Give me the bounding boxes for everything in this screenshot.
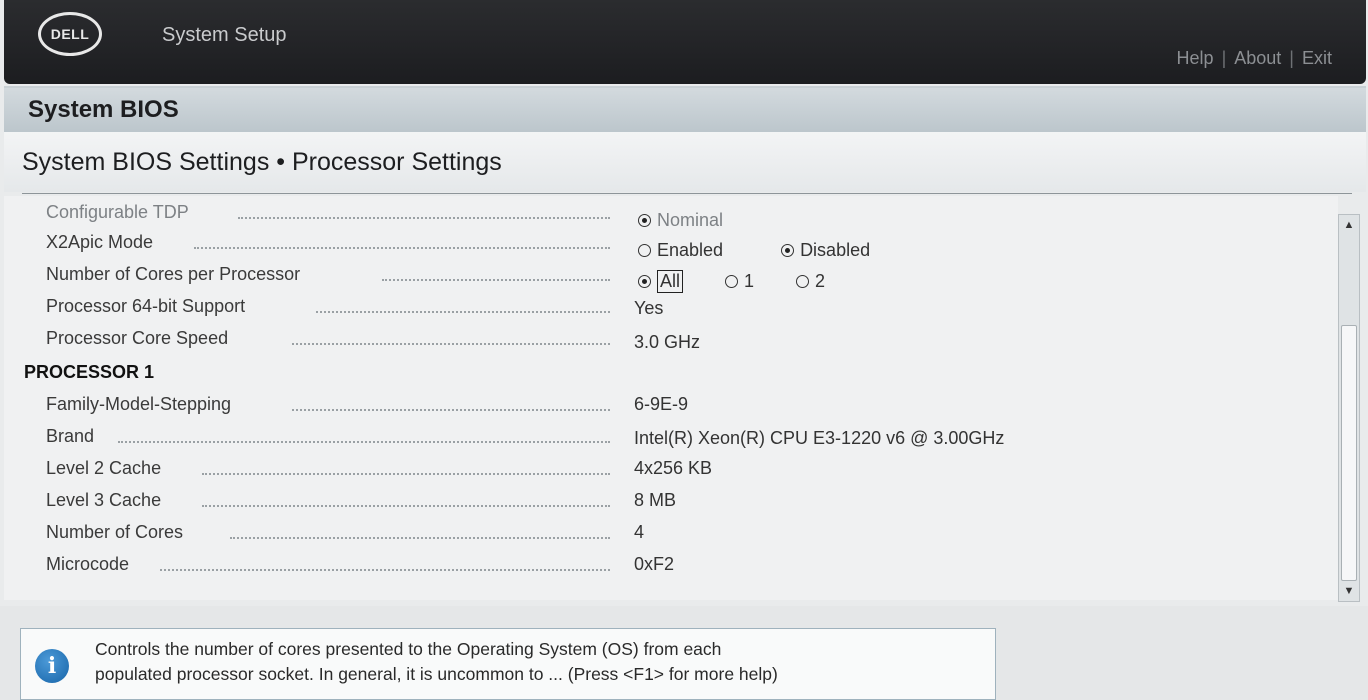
setting-value: Yes [634,298,664,318]
leader-dots [382,279,610,281]
breadcrumb: System BIOS Settings • Processor Setting… [22,148,502,176]
radio-selected-icon [638,214,651,227]
help-text: Controls the number of cores presented t… [95,637,778,687]
info-value: 6-9E-9 [634,394,689,414]
section-header: System BIOS [4,86,1366,132]
setting-row-cores-per-processor: Number of Cores per Processor All 1 2 [4,260,1334,293]
info-label: Number of Cores [46,522,184,542]
info-value: 8 MB [634,490,677,510]
setting-value: 3.0 GHz [634,332,701,352]
radio-selected-icon [638,275,651,288]
radio-unselected-icon [638,244,651,257]
info-label: Family-Model-Stepping [46,394,232,414]
x2apic-options: Enabled Disabled [638,240,912,261]
info-label: Microcode [46,554,130,574]
info-row-l2-cache: Level 2 Cache 4x256 KB [4,454,1334,484]
radio-unselected-icon [725,275,739,288]
scroll-down-arrow-icon[interactable]: ▼ [1339,581,1359,601]
info-row-microcode: Microcode 0xF2 [4,550,1334,580]
info-row-l3-cache: Level 3 Cache 8 MB [4,486,1334,516]
info-label: Level 3 Cache [46,490,162,510]
leader-dots [194,247,610,249]
leader-dots [292,409,610,411]
help-link[interactable]: Help [1177,48,1214,68]
radio-label: Enabled [657,240,724,260]
setting-label: X2Apic Mode [46,232,154,252]
info-value: 0xF2 [634,554,675,574]
leader-dots [118,441,610,443]
help-line-1: Controls the number of cores presented t… [95,639,722,659]
setting-row-core-speed: Processor Core Speed 3.0 GHz [4,324,1334,354]
setting-label: Processor 64-bit Support [46,296,246,316]
radio-label: All [657,270,684,293]
link-separator: | [1289,48,1294,68]
dell-logo: DELL [38,12,102,56]
setting-label: Number of Cores per Processor [46,264,301,284]
setting-row-configurable-tdp: Configurable TDP Nominal [4,198,1334,230]
radio-disabled[interactable]: Disabled [781,240,870,261]
info-row-family-model-stepping: Family-Model-Stepping 6-9E-9 [4,390,1334,420]
info-value: 4 [634,522,645,542]
radio-enabled[interactable]: Enabled [638,240,723,261]
scroll-up-arrow-icon[interactable]: ▲ [1339,215,1359,235]
info-icon: i [35,649,69,683]
leader-dots [202,473,610,475]
about-link[interactable]: About [1234,48,1281,68]
info-label: Brand [46,426,95,446]
header-links: Help | About | Exit [1177,48,1332,69]
leader-dots [160,569,610,571]
radio-1[interactable]: 1 [725,271,754,292]
section-title: System BIOS [28,96,179,123]
leader-dots [316,311,610,313]
settings-content: Configurable TDP Nominal X2Apic Mode Ena… [4,196,1338,600]
app-title: System Setup [162,24,287,46]
top-header-bar: DELL System Setup Help | About | Exit [4,0,1366,84]
scrollbar-thumb[interactable] [1341,325,1357,581]
setting-row-x2apic-mode: X2Apic Mode Enabled Disabled [4,228,1334,261]
breadcrumb-divider [22,193,1352,194]
help-line-2: populated processor socket. In general, … [95,664,778,684]
leader-dots [238,217,610,219]
setting-label: Configurable TDP [46,202,189,222]
leader-dots [202,505,610,507]
radio-unselected-icon [796,275,810,288]
info-value: Intel(R) Xeon(R) CPU E3-1220 v6 @ 3.00GH… [634,428,1005,448]
info-label: Level 2 Cache [46,458,162,478]
radio-label: 1 [744,271,755,291]
processor-heading: PROCESSOR 1 [24,362,155,382]
radio-all[interactable]: All [638,270,684,293]
setting-row-64bit-support: Processor 64-bit Support Yes [4,292,1334,322]
radio-label: 2 [815,271,826,291]
help-panel: i Controls the number of cores presented… [20,628,996,700]
info-row-number-of-cores: Number of Cores 4 [4,518,1334,548]
radio-label: Disabled [800,240,871,260]
radio-selected-icon [781,244,795,257]
setting-label: Processor Core Speed [46,328,229,348]
link-separator: | [1221,48,1227,68]
info-value: 4x256 KB [634,458,713,478]
radio-2[interactable]: 2 [796,271,825,292]
exit-link[interactable]: Exit [1302,48,1332,68]
leader-dots [230,537,610,539]
vertical-scrollbar[interactable]: ▲ ▼ [1338,214,1360,602]
info-row-brand: Brand Intel(R) Xeon(R) CPU E3-1220 v6 @ … [4,422,1334,452]
cores-per-processor-options: All 1 2 [638,270,867,293]
leader-dots [292,343,610,345]
